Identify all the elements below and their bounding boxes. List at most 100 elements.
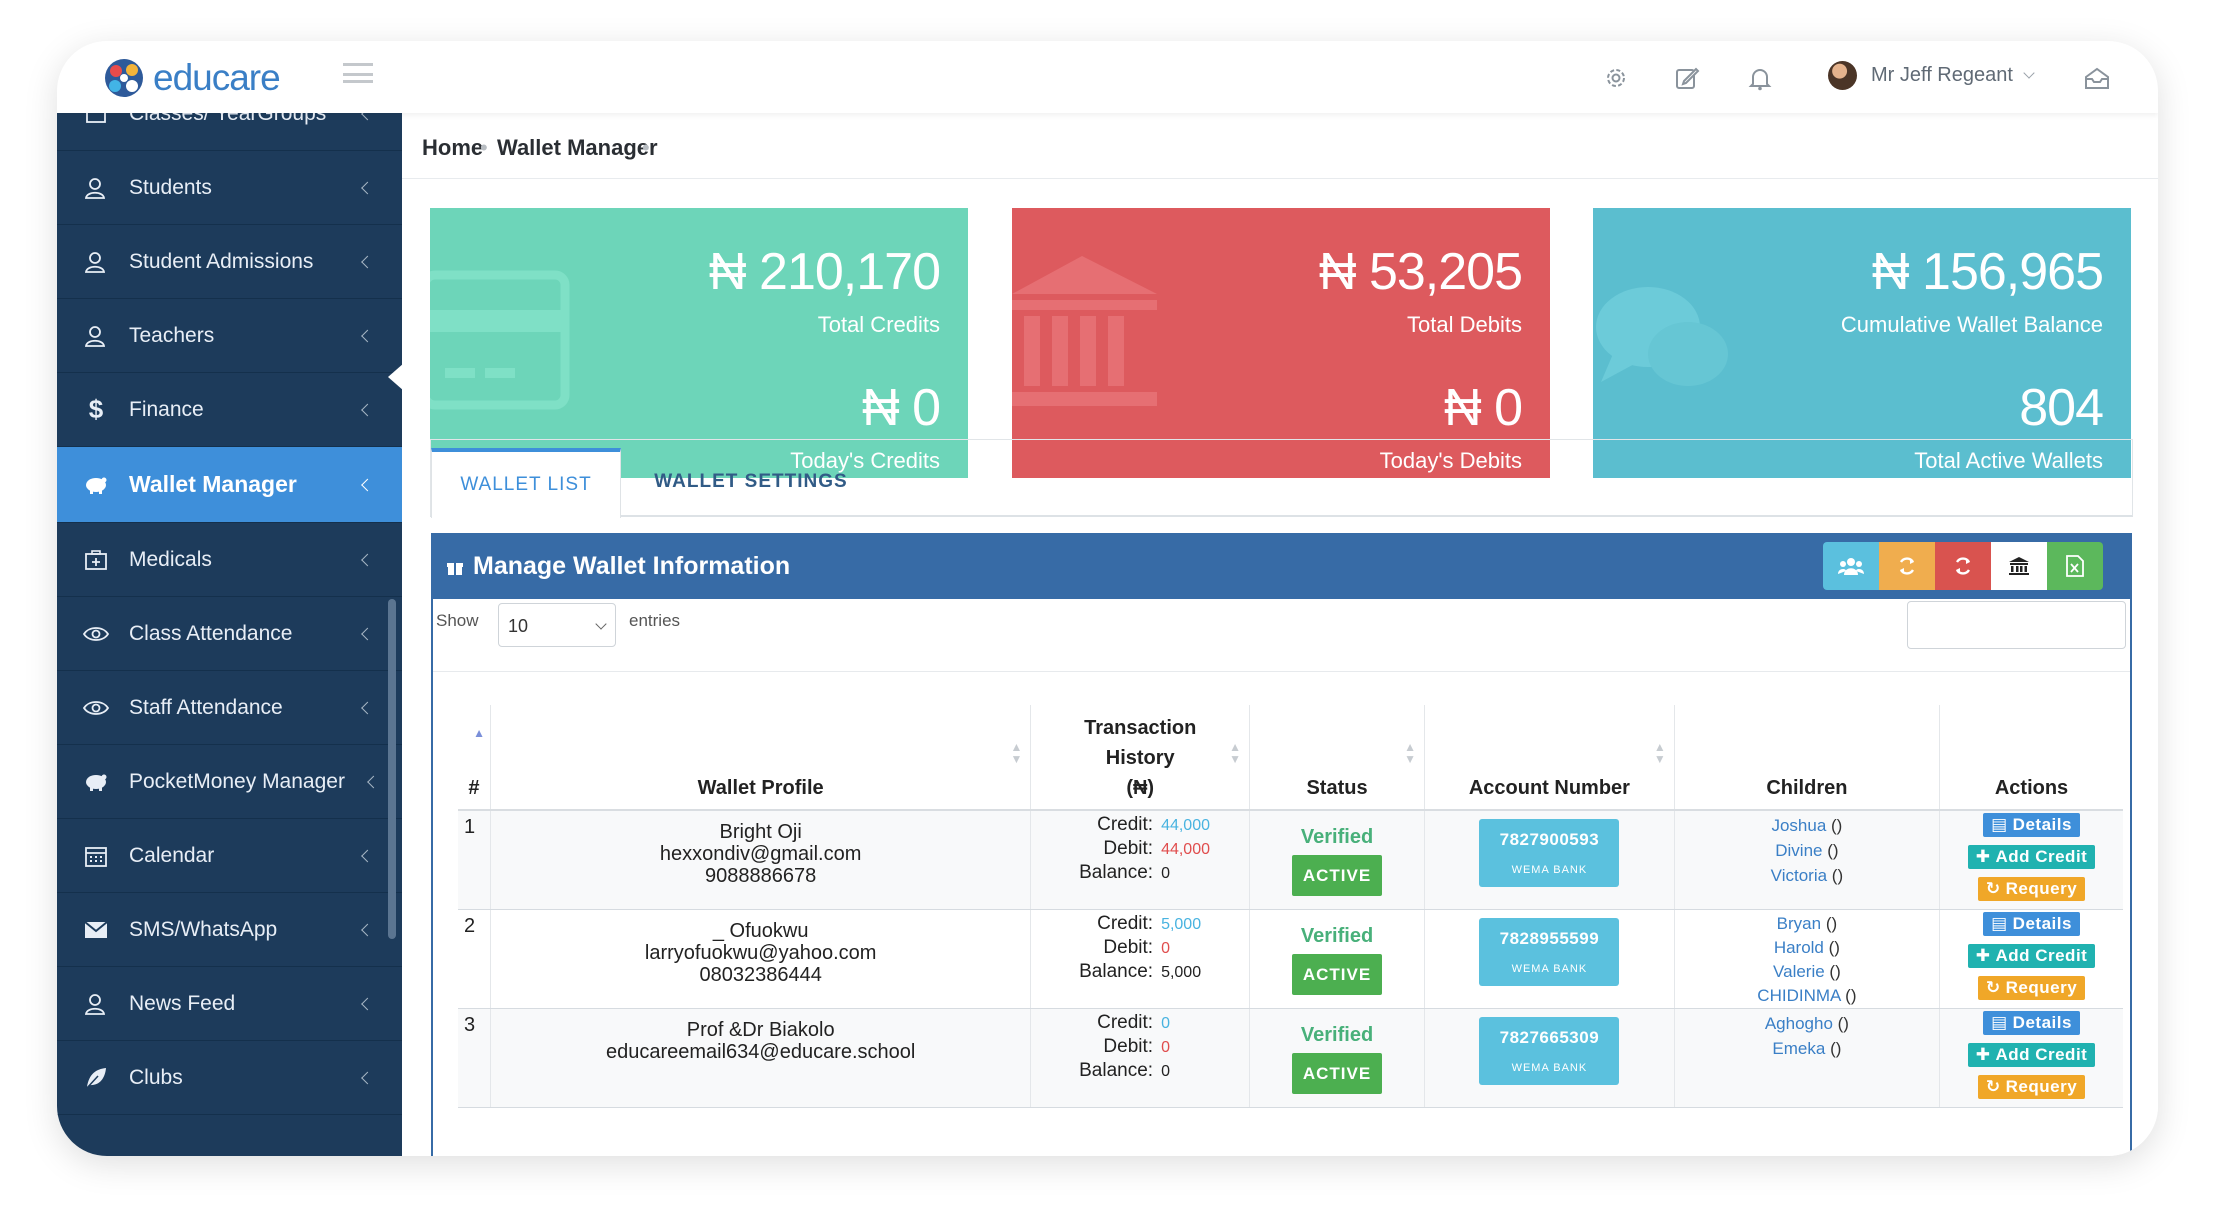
details-button[interactable]: ▤ Details — [1983, 1011, 2080, 1035]
child-link[interactable]: Valerie — [1773, 962, 1825, 981]
details-button[interactable]: ▤ Details — [1983, 912, 2080, 936]
refresh-icon[interactable] — [1879, 542, 1935, 590]
menu-toggle-icon[interactable] — [343, 63, 373, 83]
status-cell: Verified ACTIVE — [1249, 1008, 1426, 1108]
refresh-icon: ↻ — [1985, 978, 2001, 997]
sidebar-item-finance[interactable]: $ Finance — [57, 373, 402, 447]
tab-wallet-settings[interactable]: WALLET SETTINGS — [641, 444, 861, 520]
children-cell: Bryan () Harold () Valerie () CHIDINMA (… — [1674, 909, 1941, 1009]
details-button[interactable]: ▤ Details — [1983, 813, 2080, 837]
add-credit-button[interactable]: ✚ Add Credit — [1967, 1043, 2096, 1067]
chevron-left-icon — [361, 553, 374, 566]
child-link[interactable]: Harold — [1774, 938, 1824, 957]
account-number-badge: 7827665309 WEMA BANK — [1479, 1017, 1620, 1085]
col-header-number[interactable]: ▲ # — [458, 705, 491, 811]
profile-name: Prof &Dr Biakolo — [686, 1019, 835, 1041]
sidebar-item-students[interactable]: Students — [57, 151, 402, 225]
verified-label: Verified — [1300, 1024, 1374, 1046]
add-credit-button[interactable]: ✚ Add Credit — [1967, 845, 2096, 869]
sidebar-item-label: News Feed — [129, 991, 236, 1015]
sidebar-item-news-feed[interactable]: News Feed — [57, 967, 402, 1041]
sidebar-scrollbar[interactable] — [388, 599, 396, 939]
chevron-left-icon — [361, 1071, 374, 1084]
sidebar-item-class-attendance[interactable]: Class Attendance — [57, 597, 402, 671]
leaf-icon — [83, 1065, 109, 1091]
piggy-bank-icon — [83, 472, 109, 498]
edit-icon[interactable] — [1672, 63, 1702, 93]
debit-value: 44,000 — [1161, 841, 1210, 858]
plus-icon: ✚ — [1975, 847, 1991, 866]
sidebar-item-staff-attendance[interactable]: Staff Attendance — [57, 671, 402, 745]
user-menu[interactable]: Mr Jeff Regeant — [1828, 61, 2035, 90]
page-size-select[interactable]: 10 — [498, 603, 616, 647]
bell-icon[interactable] — [1745, 63, 1775, 93]
child-link[interactable]: Emeka — [1772, 1039, 1825, 1058]
add-credit-button[interactable]: ✚ Add Credit — [1967, 944, 2096, 968]
sidebar-item-wallet-manager[interactable]: Wallet Manager — [57, 447, 402, 523]
total-credits-value: ₦ 210,170 — [709, 243, 941, 301]
excel-file-icon[interactable] — [2047, 542, 2103, 590]
wallet-table: ▲ # ▲ ▼ Wallet Profile ▲ ▼ Transaction History… — [458, 705, 2123, 1108]
wallet-balance-label: Cumulative Wallet Balance — [1840, 312, 2103, 337]
panel-toolbar — [1823, 542, 2103, 590]
stat-card-credits: ₦ 210,170 Total Credits ₦ 0 Today's Cred… — [430, 208, 968, 478]
breadcrumb-home[interactable]: Home — [422, 135, 483, 161]
debit-value: 0 — [1161, 1039, 1170, 1056]
credit-value: 0 — [1161, 1015, 1170, 1032]
medical-kit-icon — [83, 547, 109, 573]
child-link[interactable]: Victoria — [1771, 866, 1827, 885]
show-label: Show — [436, 611, 479, 630]
breadcrumb: Home • Wallet Manager • — [402, 113, 2158, 179]
sort-icon: ▲ ▼ — [1404, 740, 1417, 766]
dollar-icon: $ — [88, 394, 104, 424]
sort-asc-icon: ▲ — [473, 726, 485, 740]
sidebar-item-sms-whatsapp[interactable]: SMS/WhatsApp — [57, 893, 402, 967]
children-cell: Aghogho () Emeka () — [1674, 1008, 1941, 1108]
inbox-icon[interactable] — [2082, 63, 2112, 93]
profile-name: Bright Oji — [719, 821, 802, 843]
breadcrumb-current: Wallet Manager — [497, 135, 658, 160]
status-cell: Verified ACTIVE — [1249, 909, 1426, 1009]
bank-icon — [1012, 256, 1157, 406]
calendar-icon — [83, 843, 109, 869]
bank-icon[interactable] — [1991, 542, 2047, 590]
users-icon[interactable] — [1823, 542, 1879, 590]
child-link[interactable]: Divine — [1775, 841, 1822, 860]
chevron-left-icon — [361, 329, 374, 342]
child-link[interactable]: Bryan — [1777, 914, 1821, 933]
requery-button[interactable]: ↻ Requery — [1977, 976, 2086, 1000]
transaction-cell: Credit: 44,000 Debit: 44,000 Balance: 0 — [1030, 810, 1251, 910]
sidebar-item-classes[interactable]: Classes/ YearGroups — [57, 113, 402, 151]
sidebar-item-student-admissions[interactable]: Student Admissions — [57, 225, 402, 299]
search-input[interactable] — [1907, 601, 2126, 649]
sidebar-item-teachers[interactable]: Teachers — [57, 299, 402, 373]
app-window: educare Mr Jeff Regeant Classes/ YearGro… — [57, 41, 2158, 1156]
sidebar-item-clubs[interactable]: Clubs — [57, 1041, 402, 1115]
col-header-children: Children — [1674, 705, 1941, 811]
col-header-account-number[interactable]: ▲ ▼ Account Number — [1424, 705, 1675, 811]
child-link[interactable]: Aghogho — [1765, 1014, 1833, 1033]
sidebar-item-label: Medicals — [129, 547, 212, 571]
piggy-bank-icon — [83, 769, 109, 795]
tab-wallet-list[interactable]: WALLET LIST — [431, 448, 621, 518]
sidebar-item-calendar[interactable]: Calendar — [57, 819, 402, 893]
col-header-wallet-profile[interactable]: ▲ ▼ Wallet Profile — [490, 705, 1032, 811]
user-icon — [83, 175, 109, 201]
document-icon: ▤ — [1991, 1013, 2008, 1032]
child-link[interactable]: CHIDINMA — [1757, 986, 1840, 1005]
sync-icon[interactable] — [1935, 542, 1991, 590]
requery-button[interactable]: ↻ Requery — [1977, 1075, 2086, 1099]
col-header-transaction-history[interactable]: ▲ ▼ Transaction History (₦) — [1030, 705, 1251, 811]
logo[interactable]: educare — [103, 57, 281, 99]
requery-button[interactable]: ↻ Requery — [1977, 877, 2086, 901]
logo-text: educare — [153, 57, 281, 98]
gear-icon[interactable] — [1601, 63, 1631, 93]
plus-icon: ✚ — [1975, 1045, 1991, 1064]
sidebar-item-medicals[interactable]: Medicals — [57, 523, 402, 597]
user-icon — [83, 249, 109, 275]
profile-name: _ Ofuokwu — [712, 920, 809, 942]
sidebar-item-pocketmoney-manager[interactable]: PocketMoney Manager — [57, 745, 402, 819]
breadcrumb-separator: • — [480, 135, 488, 160]
child-link[interactable]: Joshua — [1771, 816, 1826, 835]
col-header-status[interactable]: ▲ ▼ Status — [1249, 705, 1426, 811]
